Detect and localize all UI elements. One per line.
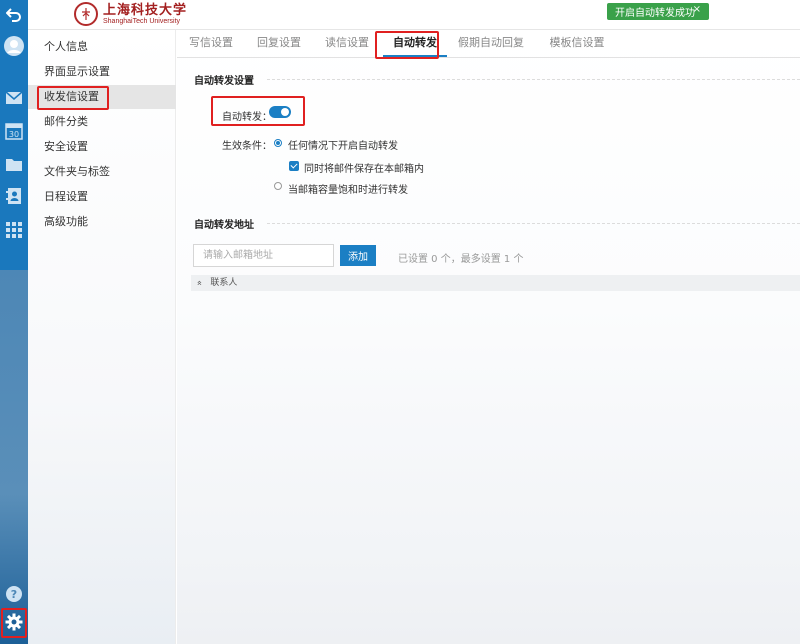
tab-vacation-reply[interactable]: 假期自动回复 xyxy=(449,30,533,58)
radio-always-forward[interactable] xyxy=(274,139,282,147)
auto-forward-toggle-label: 自动转发： xyxy=(222,112,272,123)
success-toast: 开启自动转发成功 × xyxy=(607,3,709,20)
header: 上海科技大学 ShanghaiTech University 开启自动转发成功 … xyxy=(28,0,800,30)
toggle-knob xyxy=(281,108,289,116)
keep-copy-label: 同时将邮件保存在本邮箱内 xyxy=(304,164,424,175)
mail-icon[interactable] xyxy=(4,88,24,108)
help-icon[interactable]: ? xyxy=(4,584,24,604)
option-full-label: 当邮箱容量饱和时进行转发 xyxy=(288,185,408,196)
option-always-label: 任何情况下开启自动转发 xyxy=(288,141,398,152)
gear-highlight-box xyxy=(1,608,27,638)
section-divider xyxy=(267,223,800,224)
auto-forward-toggle[interactable] xyxy=(269,106,291,118)
sidebar-item-folders-labels[interactable]: 文件夹与标签 xyxy=(28,160,176,184)
toast-close-button[interactable]: × xyxy=(693,4,701,15)
settings-tabs: 写信设置 回复设置 读信设置 自动转发 假期自动回复 模板信设置 xyxy=(177,30,800,58)
sidebar-item-mail-category[interactable]: 邮件分类 xyxy=(28,110,176,134)
forward-address-section-title: 自动转发地址 xyxy=(194,220,254,231)
svg-text:30: 30 xyxy=(9,130,19,139)
avatar-icon[interactable] xyxy=(4,36,24,56)
contacts-icon[interactable] xyxy=(4,186,24,206)
auto-forward-section-title: 自动转发设置 xyxy=(194,76,254,87)
expand-contacts-icon[interactable]: » xyxy=(192,280,208,286)
sidebar-item-display[interactable]: 界面显示设置 xyxy=(28,60,176,84)
logo-name-en: ShanghaiTech University xyxy=(103,17,181,25)
toast-text: 开启自动转发成功 xyxy=(615,8,695,19)
tab-reply[interactable]: 回复设置 xyxy=(245,30,313,58)
university-seal-icon xyxy=(74,2,98,26)
sidebar-highlight-box xyxy=(37,86,109,110)
section-divider xyxy=(267,79,800,80)
sidebar-item-advanced[interactable]: 高级功能 xyxy=(28,210,176,234)
contacts-bar[interactable]: » 联系人 xyxy=(191,275,800,291)
app-rail: 30 ? xyxy=(0,0,28,644)
calendar-icon[interactable]: 30 xyxy=(4,121,24,141)
logo: 上海科技大学 ShanghaiTech University xyxy=(74,2,187,26)
sidebar-item-schedule[interactable]: 日程设置 xyxy=(28,185,176,209)
tab-templates[interactable]: 模板信设置 xyxy=(535,30,619,58)
svg-text:?: ? xyxy=(11,588,17,601)
apps-icon[interactable] xyxy=(4,220,24,240)
radio-forward-when-full[interactable] xyxy=(274,182,282,190)
back-icon[interactable] xyxy=(4,4,24,24)
add-address-button[interactable]: 添加 xyxy=(340,245,376,266)
folder-icon[interactable] xyxy=(4,154,24,174)
sidebar-item-security[interactable]: 安全设置 xyxy=(28,135,176,159)
contacts-label: 联系人 xyxy=(210,278,238,288)
email-address-input[interactable] xyxy=(193,244,334,267)
keep-copy-checkbox[interactable] xyxy=(289,161,299,171)
tab-highlight-box xyxy=(375,31,439,59)
logo-name-cn: 上海科技大学 xyxy=(103,2,188,18)
main-panel: 写信设置 回复设置 读信设置 自动转发 假期自动回复 模板信设置 自动转发设置 … xyxy=(177,30,800,644)
tab-compose[interactable]: 写信设置 xyxy=(177,30,245,58)
condition-label: 生效条件： xyxy=(222,141,272,152)
sidebar-item-profile[interactable]: 个人信息 xyxy=(28,35,176,59)
settings-sidebar: 个人信息 界面显示设置 收发信设置 邮件分类 安全设置 文件夹与标签 日程设置 … xyxy=(28,30,176,644)
address-limit-text: 已设置 0 个，最多设置 1 个 xyxy=(398,254,524,265)
tab-read[interactable]: 读信设置 xyxy=(313,30,381,58)
